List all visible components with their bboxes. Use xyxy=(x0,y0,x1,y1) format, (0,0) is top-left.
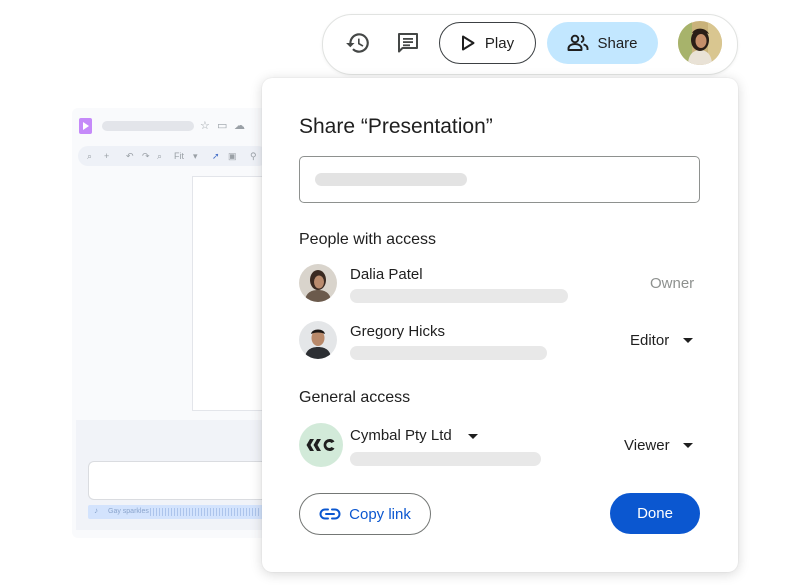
play-label: Play xyxy=(484,34,515,52)
redo-icon: ↷ xyxy=(142,151,150,161)
search-menu-icon: ⌕ xyxy=(87,151,93,161)
person-name: Gregory Hicks xyxy=(350,323,446,340)
access-description-placeholder xyxy=(350,452,541,466)
done-label: Done xyxy=(637,505,673,522)
zoom-caret-icon: ▾ xyxy=(193,151,198,161)
star-icon: ☆ xyxy=(200,120,210,132)
share-label: Share xyxy=(597,34,638,52)
editor-role-dropdown[interactable]: Editor xyxy=(630,331,669,350)
owner-role-label: Owner xyxy=(650,275,695,292)
play-icon xyxy=(461,35,475,51)
user-photo-icon xyxy=(678,21,722,65)
add-people-input[interactable] xyxy=(299,156,700,203)
chevron-down-icon[interactable] xyxy=(683,443,693,448)
folder-icon: ▭ xyxy=(217,120,228,132)
add-icon: + xyxy=(104,151,110,161)
viewer-role-dropdown[interactable]: Viewer xyxy=(624,436,670,455)
user-photo-icon xyxy=(299,321,337,359)
paint-format-icon: ⚲ xyxy=(250,151,257,161)
person-email-placeholder xyxy=(350,289,568,303)
account-avatar[interactable] xyxy=(678,21,722,65)
user-photo-icon xyxy=(299,264,337,302)
copy-link-label: Copy link xyxy=(349,505,411,523)
zoom-icon: ⌕ xyxy=(157,151,163,161)
gregory-hicks-avatar xyxy=(299,321,337,359)
copy-link-button[interactable]: Copy link xyxy=(299,493,431,535)
person-name: Dalia Patel xyxy=(350,266,423,283)
dalia-patel-avatar xyxy=(299,264,337,302)
background-slide-canvas xyxy=(192,176,269,411)
slides-logo-icon xyxy=(79,118,92,134)
general-access-heading: General access xyxy=(299,389,411,406)
cymbal-logo-icon xyxy=(306,439,335,451)
music-note-icon: ♪ xyxy=(94,506,98,515)
dialog-title: Share “Presentation” xyxy=(299,115,493,138)
image-insert-icon: ▣ xyxy=(228,151,237,161)
audio-waveform xyxy=(150,508,260,516)
audio-caption: Gay sparkles xyxy=(108,508,149,515)
zoom-select: Fit xyxy=(174,151,184,161)
input-placeholder-bar xyxy=(315,173,467,186)
play-button[interactable]: Play xyxy=(439,22,536,64)
comments-icon xyxy=(398,33,418,53)
people-icon xyxy=(568,34,589,51)
share-button[interactable]: Share xyxy=(547,22,658,64)
organization-name-dropdown[interactable]: Cymbal Pty Ltd xyxy=(350,426,452,445)
cymbal-logo xyxy=(299,423,343,467)
person-email-placeholder xyxy=(350,346,547,360)
chevron-down-icon[interactable] xyxy=(468,434,478,439)
cloud-icon: ☁ xyxy=(234,120,245,132)
undo-icon: ↶ xyxy=(126,151,134,161)
done-button[interactable]: Done xyxy=(610,493,700,534)
link-icon xyxy=(319,508,341,520)
background-notes-input xyxy=(88,461,269,500)
history-icon xyxy=(346,33,369,53)
version-history-button[interactable] xyxy=(338,23,378,63)
chevron-down-icon[interactable] xyxy=(683,338,693,343)
background-doc-title-placeholder xyxy=(102,121,194,131)
comments-button[interactable] xyxy=(388,23,428,63)
people-with-access-heading: People with access xyxy=(299,231,436,248)
select-cursor-icon: ➚ xyxy=(212,151,220,161)
